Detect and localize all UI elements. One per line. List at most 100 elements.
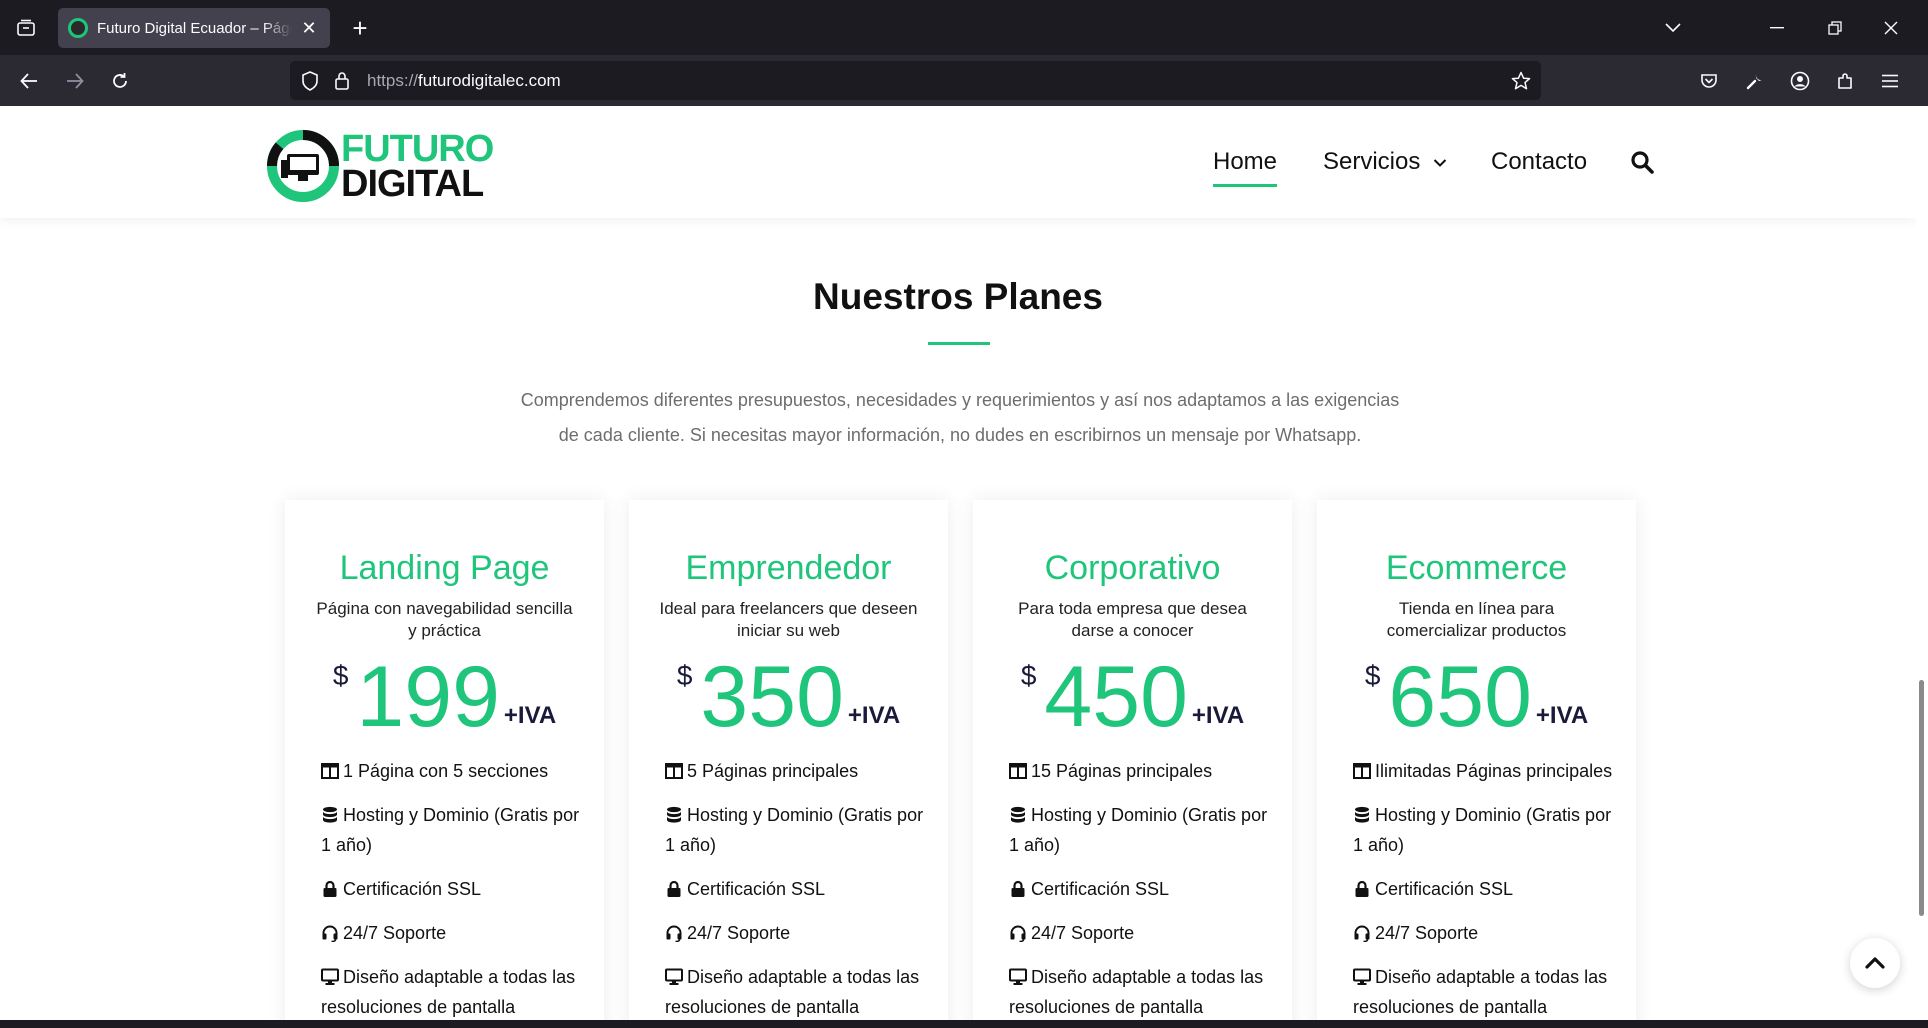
plan-feature-text: Hosting y Dominio (Gratis por 1 año) (665, 805, 924, 855)
headset-icon (1353, 923, 1375, 943)
desktop-icon (321, 967, 343, 987)
bookmark-star-icon[interactable] (1509, 69, 1533, 93)
plan-features: 15 Páginas principales Hosting y Dominio … (1009, 756, 1271, 1020)
columns-icon (321, 761, 343, 781)
logo-wordmark: FUTURO DIGITAL (341, 128, 494, 205)
plan-feature-item: Diseño adaptable a todas las resolucione… (1353, 962, 1615, 1020)
columns-icon (1009, 761, 1031, 781)
columns-icon (1353, 761, 1375, 781)
plan-feature-item: Certificación SSL (1353, 874, 1615, 904)
plan-features: 1 Página con 5 secciones Hosting y Domini… (321, 756, 583, 1020)
plan-feature-text: Certificación SSL (687, 879, 826, 899)
lock-icon (1353, 879, 1375, 899)
plan-feature-item: Diseño adaptable a todas las resolucione… (1009, 962, 1271, 1020)
database-icon (1009, 805, 1031, 825)
plan-feature-text: 15 Páginas principales (1031, 761, 1213, 781)
plan-name: Emprendedor (685, 549, 892, 587)
chevron-up-icon (1865, 957, 1885, 969)
lock-icon[interactable] (330, 69, 354, 93)
close-window-icon[interactable] (1874, 12, 1908, 44)
plan-card-emprendedor: Emprendedor Ideal para freelancers que d… (629, 500, 948, 1020)
plan-feature-item: Certificación SSL (1009, 874, 1271, 904)
section-description: Comprendemos diferentes presupuestos, ne… (520, 390, 1400, 445)
price-currency: $ (676, 660, 693, 691)
close-tab-icon[interactable]: ✕ (298, 17, 320, 39)
plan-feature-item: Certificación SSL (665, 874, 927, 904)
plan-feature-text: Diseño adaptable a todas las resolucione… (1009, 967, 1264, 1017)
headset-icon (1009, 923, 1031, 943)
plan-feature-text: 1 Página con 5 secciones (343, 761, 549, 781)
price-suffix: +IVA (1191, 702, 1245, 729)
plan-feature-text: Certificación SSL (1031, 879, 1170, 899)
plan-name: Corporativo (1044, 549, 1221, 587)
page-scrollbar[interactable] (1916, 106, 1928, 1020)
chevron-down-icon (1433, 159, 1447, 167)
browser-navigation-bar: https://futurodigitalec.com (0, 55, 1928, 106)
forward-arrow-icon[interactable] (58, 64, 92, 98)
plan-description: Para toda empresa que desea darse a cono… (1018, 599, 1247, 640)
active-tab[interactable]: Futuro Digital Ecuador – Página ✕ (58, 8, 330, 48)
database-icon (1353, 805, 1375, 825)
extensions-puzzle-icon[interactable] (1828, 64, 1862, 98)
nav-contacto[interactable]: Contacto (1491, 148, 1587, 176)
title-divider (928, 342, 990, 345)
desktop-icon (1009, 967, 1031, 987)
plan-feature-item: Certificación SSL (321, 874, 583, 904)
scrollbar-thumb[interactable] (1919, 680, 1924, 916)
plan-feature-text: Ilimitadas Páginas principales (1375, 761, 1613, 781)
plan-card-corporativo: Corporativo Para toda empresa que desea … (973, 500, 1292, 1020)
address-bar[interactable]: https://futurodigitalec.com (290, 61, 1541, 100)
plan-feature-text: Diseño adaptable a todas las resolucione… (321, 967, 576, 1017)
plan-feature-item: 24/7 Soporte (1009, 918, 1271, 948)
lock-icon (1009, 879, 1031, 899)
new-tab-button[interactable]: + (344, 12, 376, 44)
browser-tab-bar: Futuro Digital Ecuador – Página ✕ + (0, 0, 1928, 55)
url-text[interactable]: https://futurodigitalec.com (367, 71, 561, 91)
tab-list-icon[interactable] (10, 12, 42, 44)
logo-line-digital: DIGITAL (341, 162, 484, 205)
site-logo[interactable]: FUTURO DIGITAL (267, 128, 517, 208)
logo-line-futuro: FUTURO (341, 128, 494, 170)
headset-icon (321, 923, 343, 943)
plan-card-ecommerce: Ecommerce Tienda en línea para comercial… (1317, 500, 1636, 1020)
price-currency: $ (1364, 660, 1381, 691)
tab-title: Futuro Digital Ecuador – Página (97, 19, 292, 37)
nav-servicios[interactable]: Servicios (1323, 148, 1447, 176)
plan-feature-text: Diseño adaptable a todas las resolucione… (665, 967, 920, 1017)
back-to-top-button[interactable] (1850, 938, 1900, 988)
price-amount: 350 (700, 649, 844, 745)
price-amount: 450 (1044, 649, 1188, 745)
lock-icon (321, 879, 343, 899)
reload-icon[interactable] (103, 64, 137, 98)
plan-feature-item: 24/7 Soporte (1353, 918, 1615, 948)
plan-feature-item: 5 Páginas principales (665, 756, 927, 786)
plan-feature-item: 15 Páginas principales (1009, 756, 1271, 786)
desktop-icon (665, 967, 687, 987)
site-favicon-icon (68, 18, 88, 38)
plan-feature-text: 24/7 Soporte (687, 923, 791, 943)
menu-hamburger-icon[interactable] (1873, 64, 1907, 98)
plan-feature-text: Diseño adaptable a todas las resolucione… (1353, 967, 1608, 1017)
back-arrow-icon[interactable] (12, 64, 46, 98)
tracking-shield-icon[interactable] (298, 69, 322, 93)
tab-overflow-chevron-icon[interactable] (1656, 12, 1690, 44)
plan-feature-text: Hosting y Dominio (Gratis por 1 año) (1009, 805, 1268, 855)
section-title: Nuestros Planes (813, 276, 1103, 317)
price-currency: $ (1020, 660, 1037, 691)
plan-card-landing-page: Landing Page Página con navegabilidad se… (285, 500, 604, 1020)
plan-price: $199 +IVA (285, 654, 604, 740)
pocket-icon[interactable] (1692, 64, 1726, 98)
plan-feature-text: Hosting y Dominio (Gratis por 1 año) (1353, 805, 1612, 855)
plan-description: Página con navegabilidad sencilla y prác… (316, 599, 573, 640)
nav-home[interactable]: Home (1213, 148, 1278, 187)
plan-price: $350 +IVA (629, 654, 948, 740)
wrench-icon[interactable] (1738, 64, 1772, 98)
logo-emblem-icon (267, 130, 339, 202)
plan-feature-text: 24/7 Soporte (1375, 923, 1479, 943)
restore-window-icon[interactable] (1818, 12, 1852, 44)
minimize-window-icon[interactable] (1760, 12, 1794, 44)
account-icon[interactable] (1783, 64, 1817, 98)
search-icon[interactable] (1630, 150, 1656, 176)
plan-feature-text: 5 Páginas principales (687, 761, 859, 781)
price-suffix: +IVA (1535, 702, 1589, 729)
